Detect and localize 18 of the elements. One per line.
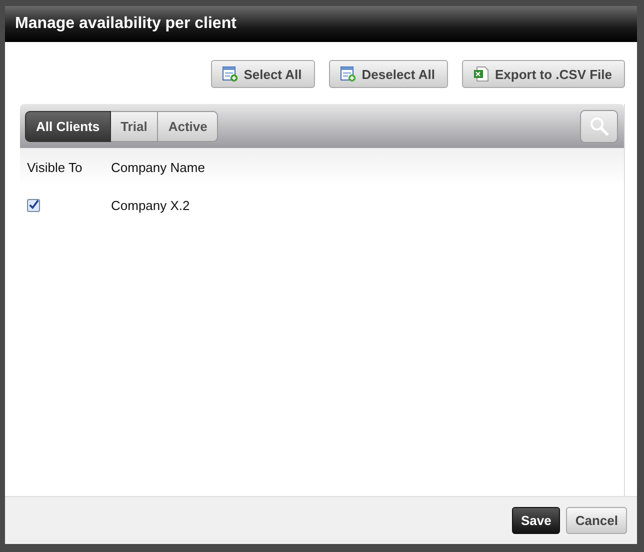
- column-header: Visible To: [26, 160, 84, 174]
- column-header: Company Name: [111, 160, 205, 174]
- footer-button[interactable]: Cancel: [566, 507, 627, 534]
- filter-tab[interactable]: Active: [158, 110, 218, 142]
- toolbar-button[interactable]: Deselect All: [328, 60, 448, 88]
- visibility-checkbox[interactable]: [27, 198, 40, 212]
- spreadsheet-icon: [472, 66, 489, 82]
- list-add-icon: [340, 66, 356, 82]
- footer-button[interactable]: Save: [512, 507, 560, 534]
- search-button[interactable]: [580, 110, 618, 142]
- list-add-icon: [222, 66, 238, 82]
- dialog-title: Manage availability per client: [15, 15, 236, 33]
- table-cell: Company X.2: [111, 198, 190, 212]
- filter-tab[interactable]: Trial: [110, 110, 158, 142]
- search-icon: [589, 116, 609, 136]
- toolbar-button[interactable]: Select All: [210, 60, 315, 88]
- filter-tab[interactable]: All Clients: [25, 110, 111, 142]
- toolbar-button[interactable]: Export to .CSV File: [462, 60, 625, 88]
